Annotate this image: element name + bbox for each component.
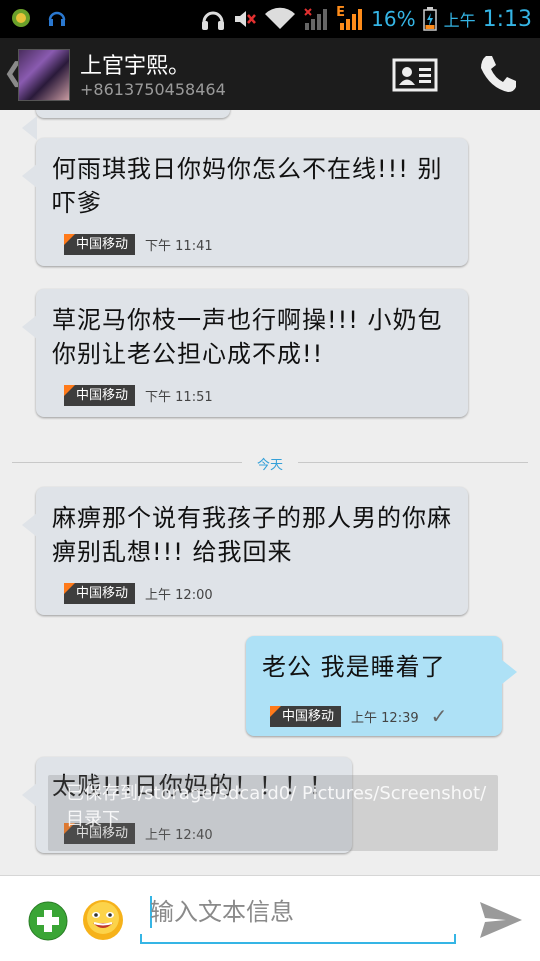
signal-icon [304, 8, 328, 30]
clock: 1:13 [482, 6, 532, 32]
emoji-icon[interactable] [82, 899, 124, 941]
headset-notification-icon [48, 11, 66, 26]
time-ampm: 上午 [443, 11, 476, 30]
conversation-header: ❮ 上官宇熙。 +8613750458464 [0, 38, 540, 110]
status-bar: E 16% 上午 1:13 [0, 0, 540, 38]
message-text: 何雨琪我日你妈你怎么不在线!!! 别吓爹 [52, 155, 443, 217]
message-text: 老公 我是睡着了 [262, 653, 446, 681]
phone-icon[interactable] [476, 52, 520, 96]
plus-circle-icon[interactable] [28, 901, 68, 941]
contact-name: 上官宇熙。 [80, 54, 191, 79]
previous-message-bubble[interactable] [22, 110, 230, 140]
delivered-check-icon: ✓ [430, 704, 448, 728]
mobile-data-icon: E [336, 5, 364, 31]
avatar[interactable] [18, 49, 70, 101]
toast-text: 已保存到/storage/sdcard0/ Pictures/Screensho… [66, 783, 487, 830]
send-icon[interactable] [478, 900, 524, 940]
mute-icon [235, 11, 257, 27]
message-bubble[interactable]: 麻痹那个说有我孩子的那人男的你麻痹别乱想!!! 给我回来 中国移动 上午 12:… [22, 487, 468, 615]
battery-percent: 16% [371, 7, 416, 31]
message-bubble[interactable]: 草泥马你枝一声也行啊操!!! 小奶包你别让老公担心成不成!! 中国移动 下午 1… [22, 289, 468, 417]
date-divider: 今天 [12, 452, 528, 473]
date-divider-label: 今天 [256, 458, 283, 473]
message-time: 上午 12:39 [351, 710, 419, 726]
contact-card-icon[interactable] [392, 58, 438, 92]
sent-message-bubble[interactable]: 老公 我是睡着了 中国移动 上午 12:39 ✓ [246, 636, 517, 736]
compose-bar [0, 875, 540, 961]
wifi-icon [265, 7, 296, 30]
carrier-badge: 中国移动 [64, 583, 136, 604]
message-time: 下午 11:41 [145, 239, 213, 254]
carrier-badge: 中国移动 [270, 705, 342, 727]
message-input-wrap[interactable] [140, 892, 460, 946]
message-text: 麻痹那个说有我孩子的那人男的你麻痹别乱想!!! 给我回来 [52, 504, 452, 566]
message-bubble[interactable]: 何雨琪我日你妈你怎么不在线!!! 别吓爹 中国移动 下午 11:41 [22, 138, 468, 266]
screenshot-saved-toast: 已保存到/storage/sdcard0/ Pictures/Screensho… [48, 775, 498, 851]
contact-phone: +8613750458464 [80, 80, 226, 99]
message-time: 下午 11:51 [145, 390, 213, 405]
input-underline [140, 934, 456, 944]
message-input[interactable] [140, 892, 460, 932]
message-time: 上午 12:00 [145, 588, 213, 603]
carrier-badge: 中国移动 [64, 385, 136, 406]
battery-icon [422, 7, 437, 31]
carrier-badge: 中国移动 [64, 234, 136, 255]
message-list[interactable]: 何雨琪我日你妈你怎么不在线!!! 别吓爹 中国移动 下午 11:41 草泥马你枝… [0, 110, 540, 875]
message-text: 草泥马你枝一声也行啊操!!! 小奶包你别让老公担心成不成!! [52, 306, 443, 368]
app-notification-icon [12, 9, 30, 27]
headphones-icon [202, 11, 225, 30]
